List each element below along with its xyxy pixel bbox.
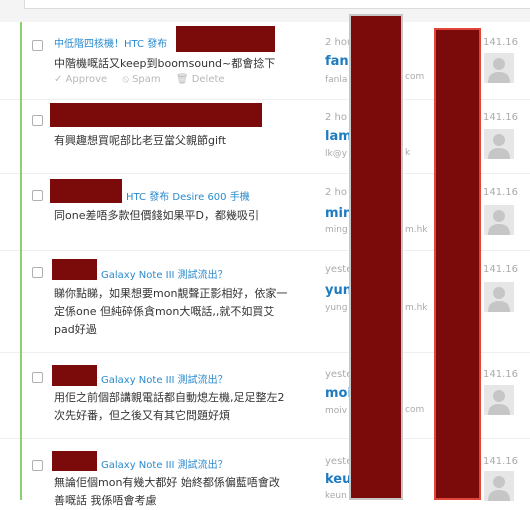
avatar-icon xyxy=(484,53,514,83)
select-checkbox[interactable] xyxy=(32,40,43,51)
author-name-link[interactable]: yun xyxy=(325,283,352,298)
comment-actions: ✓ Approve ⦸ Spam 🗑 Delete xyxy=(54,74,237,85)
avatar-icon xyxy=(484,282,514,312)
avatar-icon xyxy=(484,129,514,159)
approve-link[interactable]: ✓ Approve xyxy=(54,74,107,85)
author-email[interactable]: ming xyxy=(325,225,348,235)
author-ip[interactable]: 141.16 xyxy=(483,187,518,198)
spam-link[interactable]: ⦸ Spam xyxy=(122,74,160,85)
comment-text: 睇你點睇，如果想要mon靚聲正影相好，依家一 定係one 但純碎係貪mon大嘅話… xyxy=(54,287,288,336)
author-name-link[interactable]: lam xyxy=(325,129,352,144)
avatar-icon xyxy=(484,471,514,501)
author-ip[interactable]: 141.16 xyxy=(483,456,518,467)
author-ip[interactable]: 141.16 xyxy=(483,112,518,123)
comment-text: 有興趣想買呢部比老豆當父親節gift xyxy=(54,134,227,147)
avatar-icon xyxy=(484,205,514,235)
toolbar-box xyxy=(24,0,530,9)
redacted-column-author xyxy=(349,14,403,500)
author-email[interactable]: fanla xyxy=(325,75,347,85)
post-title-link[interactable]: Galaxy Note III 測試流出？ xyxy=(101,456,228,471)
select-checkbox[interactable] xyxy=(32,460,43,471)
post-title-link[interactable]: Galaxy Note III 測試流出？ xyxy=(101,266,228,281)
author-email[interactable]: moiv xyxy=(325,406,347,416)
redacted-block xyxy=(50,179,122,203)
redacted-block xyxy=(52,259,97,280)
author-ip[interactable]: 141.16 xyxy=(483,37,518,48)
comment-text: 無論佢個mon有幾大都好 始終都係偏藍唔會改 善嘅話 我係唔會考慮 xyxy=(54,476,280,507)
avatar-icon xyxy=(484,385,514,415)
comment-text: 用佢之前個部講親電話都自動熄左機,足足整左2 次先好番，但之後又有其它問題好煩 xyxy=(54,391,285,422)
top-bar xyxy=(0,0,530,22)
redacted-block xyxy=(52,451,97,471)
author-email-tail: k xyxy=(405,148,411,158)
author-ip[interactable]: 141.16 xyxy=(483,264,518,275)
post-title-link[interactable]: 中低階四核機！HTC 發布 xyxy=(54,35,167,50)
redacted-block xyxy=(176,26,275,52)
select-checkbox[interactable] xyxy=(32,115,43,126)
author-name-link[interactable]: keu xyxy=(325,472,351,487)
select-checkbox[interactable] xyxy=(32,267,43,278)
redacted-block xyxy=(52,365,97,386)
author-email[interactable]: lk@y xyxy=(325,149,347,159)
redacted-column-ip xyxy=(434,28,481,500)
author-email-tail: m.hk xyxy=(405,225,428,235)
delete-link[interactable]: 🗑 Delete xyxy=(176,74,225,85)
select-checkbox[interactable] xyxy=(32,372,43,383)
comment-time: 2 ho xyxy=(325,187,347,198)
comment-text: 同one差唔多款但價錢如果平D，都幾吸引 xyxy=(54,209,259,222)
author-email-tail: com xyxy=(405,405,425,415)
redacted-block xyxy=(50,103,262,127)
post-title-link[interactable]: Galaxy Note III 測試流出？ xyxy=(101,371,228,386)
author-email-tail: com xyxy=(405,72,425,82)
post-title-link[interactable]: HTC 發布 Desire 600 手機 xyxy=(126,188,250,203)
author-ip[interactable]: 141.16 xyxy=(483,369,518,380)
comment-time: 2 ho xyxy=(325,112,347,123)
author-email[interactable]: yung xyxy=(325,303,347,313)
author-email-tail: m.hk xyxy=(405,303,428,313)
comment-text: 中階機嘅話又keep到boomsound~都會捻下 xyxy=(54,57,276,70)
select-checkbox[interactable] xyxy=(32,190,43,201)
author-name-link[interactable]: moi xyxy=(325,386,352,401)
